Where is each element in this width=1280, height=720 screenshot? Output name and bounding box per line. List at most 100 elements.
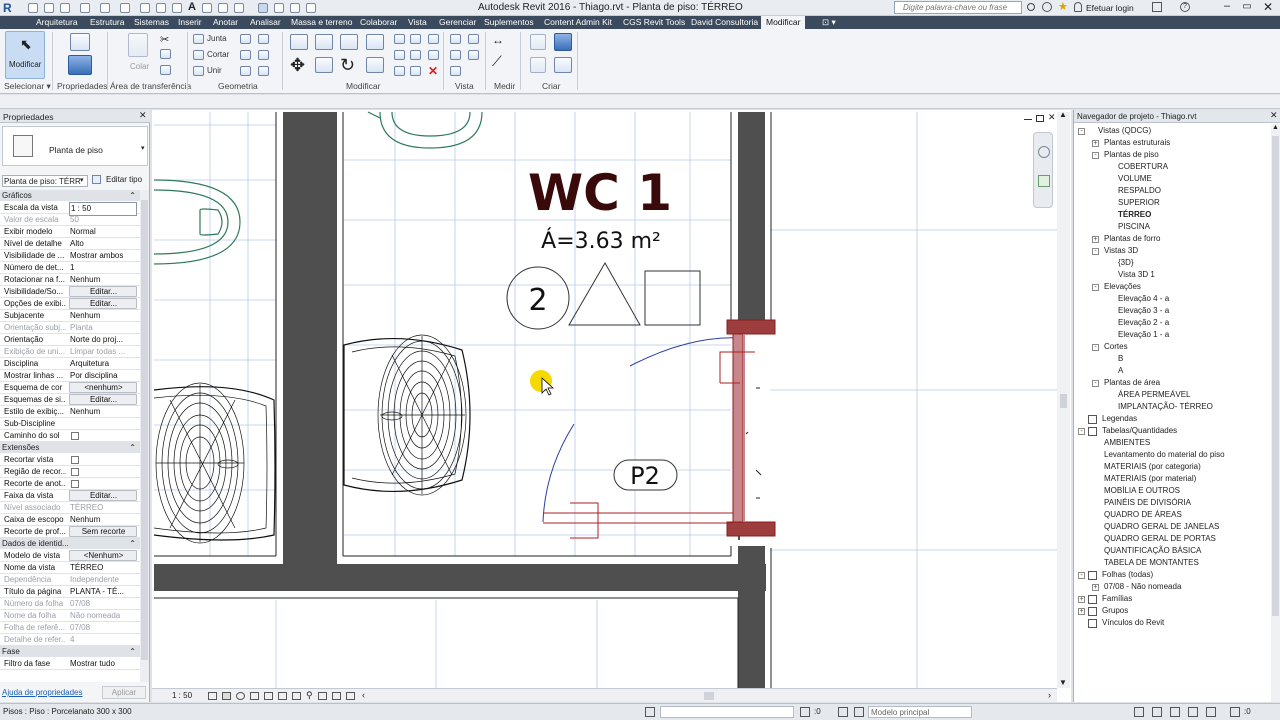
floor-plan[interactable]: WC 1 Á=3.63 m² 2 P2 [152,110,1071,702]
tab-david-consultoria[interactable]: David Consultoria [691,16,758,29]
property-checkbox[interactable] [71,456,79,464]
navigation-bar[interactable] [1033,132,1053,208]
view-instance-selector[interactable]: Planta de piso: TÉRR ▾ [2,175,88,187]
property-edit-button[interactable]: Editar... [69,298,137,309]
unite-label[interactable]: Unir [207,66,222,75]
browser-item[interactable]: Plantas de área [1104,378,1160,388]
scroll-thumb[interactable] [1060,394,1067,408]
collapse-node-icon[interactable]: - [1092,152,1099,159]
create-assembly-icon[interactable] [530,34,546,50]
temporary-hide-icon[interactable]: ⚲ [306,690,313,701]
demolish-icon[interactable] [258,34,269,44]
tab-analisar[interactable]: Analisar [250,16,281,29]
design-option-dropdown[interactable]: Modelo principal [868,706,972,718]
collapse-node-icon[interactable]: - [1092,284,1099,291]
browser-item[interactable]: Plantas de piso [1104,150,1159,160]
measure-distance-icon[interactable]: ↔ [492,33,504,47]
property-value[interactable]: Mostrar tudo [69,658,137,670]
property-edit-button[interactable]: Editar... [69,490,137,501]
property-value[interactable]: Mostrar ambos [69,250,137,262]
collapse-node-icon[interactable]: - [1078,572,1085,579]
property-value[interactable]: Arquitetura [69,358,137,370]
tag-triangle[interactable] [568,261,641,326]
type-properties-icon[interactable] [70,33,90,51]
override-graphics-icon[interactable] [450,50,461,60]
open-icon[interactable] [28,3,38,13]
print-icon[interactable] [120,3,130,13]
browser-item[interactable]: 07/08 - Não nomeada [1104,582,1181,592]
browser-item[interactable]: Grupos [1102,606,1128,616]
drawing-canvas[interactable]: WC 1 Á=3.63 m² 2 P2 ✕ ▲ ▼ 1: 50 ⚲ ‹ › [152,110,1071,702]
join-icon[interactable] [193,34,204,44]
tag-square[interactable] [644,270,701,326]
linework-icon[interactable] [450,66,461,76]
scroll-up-icon[interactable]: ▲ [1272,124,1279,131]
property-value[interactable]: Nenhum [69,514,137,526]
tab-modificar[interactable]: Modificar [761,16,806,29]
undo-icon[interactable] [80,3,90,13]
browser-item[interactable]: Vistas (QDCG) [1098,126,1151,136]
modify-button[interactable]: ⬉ Modificar [5,31,45,79]
cope-icon[interactable] [258,50,269,60]
property-edit-button[interactable]: Sem recorte [69,526,137,537]
view-option-icon[interactable] [468,50,479,60]
property-edit-button[interactable]: Editar... [69,286,137,297]
customize-qat-icon[interactable] [306,3,316,13]
copy-element-icon[interactable] [315,57,333,73]
select-links-icon[interactable] [1134,707,1144,717]
tab-sistemas[interactable]: Sistemas [134,16,169,29]
close-button[interactable]: ✕ [1258,1,1278,14]
tab-colaborar[interactable]: Colaborar [360,16,397,29]
tab-gerenciar[interactable]: Gerenciar [439,16,476,29]
tab-inserir[interactable]: Inserir [178,16,202,29]
minimize-button[interactable]: – [1218,1,1236,14]
tab-arquitetura[interactable]: Arquitetura [36,16,78,29]
room-area[interactable]: Á=3.63 m² [541,228,661,254]
property-edit-button[interactable]: <Nenhum> [69,550,137,561]
browser-item[interactable]: Vista 3D 1 [1118,270,1155,280]
browser-item[interactable]: QUADRO GERAL DE JANELAS [1104,522,1219,532]
browser-item[interactable]: Elevação 4 - a [1118,294,1169,304]
tag-icon[interactable] [172,3,182,13]
zoom-icon[interactable] [1038,175,1050,187]
expand-node-icon[interactable]: + [1092,236,1099,243]
array-icon[interactable] [394,50,405,60]
unpin-icon[interactable] [410,66,421,76]
view-minimize-button[interactable] [1024,117,1032,120]
collapse-node-icon[interactable]: - [1092,344,1099,351]
section-extents[interactable]: Extensões ⌃ [0,442,140,453]
match-type-icon[interactable] [160,65,171,75]
property-value[interactable]: 1 [69,262,137,274]
crop-view-icon[interactable] [264,692,273,700]
scroll-down-icon[interactable]: ▼ [1059,678,1067,687]
create-group-icon[interactable] [554,57,572,73]
browser-item[interactable]: COBERTURA [1118,162,1168,172]
exchange-icon[interactable] [1152,2,1162,12]
collapse-node-icon[interactable]: - [1078,128,1085,135]
collapse-node-icon[interactable]: - [1092,380,1099,387]
redo-icon[interactable] [100,3,110,13]
browser-item[interactable]: A [1118,366,1123,376]
cut-icon[interactable]: ✂ [160,33,169,46]
switch-windows-icon[interactable] [274,3,284,13]
3d-view-icon[interactable] [202,3,212,13]
expand-node-icon[interactable]: + [1078,596,1085,603]
tab-vista[interactable]: Vista [408,16,427,29]
remove-paint-icon[interactable] [258,66,269,76]
browser-item[interactable]: Plantas estruturais [1104,138,1170,148]
thin-lines-icon[interactable] [234,3,244,13]
view-close-button[interactable]: ✕ [1048,112,1056,123]
exclude-options-icon[interactable] [854,707,864,717]
browser-item[interactable]: Elevação 2 - a [1118,318,1169,328]
browser-item[interactable]: QUANTIFICAÇÃO BÁSICA [1104,546,1201,556]
cut-label[interactable]: Cortar [207,50,229,59]
search-icon[interactable] [1027,3,1035,11]
scale-icon[interactable] [410,50,421,60]
revit-logo[interactable]: R [3,1,21,15]
split-icon[interactable] [394,34,405,44]
trim-icon[interactable] [366,57,384,73]
edit-type-button[interactable]: Editar tipo [92,174,148,187]
type-selector[interactable]: Planta de piso ▾ [2,126,148,166]
tab-cgs-revit-tools[interactable]: CGS Revit Tools [623,16,685,29]
vertical-scrollbar[interactable]: ▲ ▼ [1057,110,1070,688]
